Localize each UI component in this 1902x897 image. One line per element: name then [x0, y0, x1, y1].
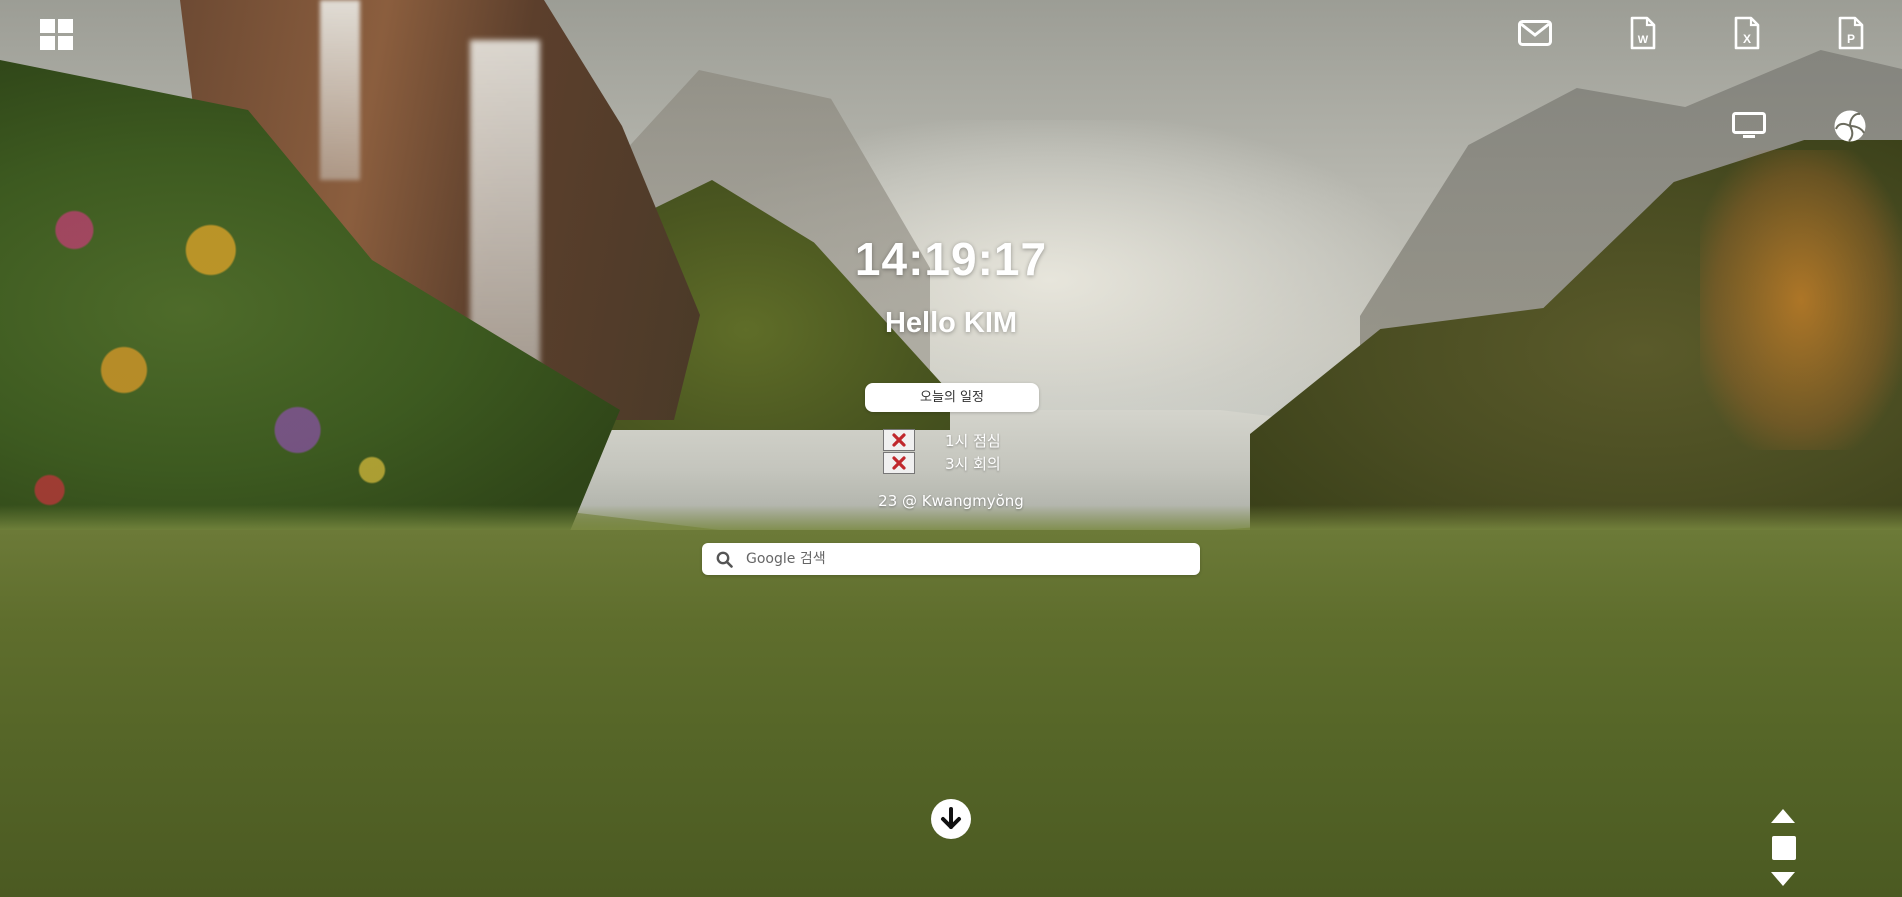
schedule-item-text: 1시 점심 [945, 431, 1001, 450]
word-file-icon[interactable]: W [1630, 16, 1656, 50]
search-icon [716, 551, 733, 572]
close-icon [892, 433, 906, 447]
svg-text:P: P [1847, 32, 1855, 46]
flowers [0, 150, 620, 550]
svg-text:X: X [1743, 32, 1751, 46]
svg-text:W: W [1638, 34, 1649, 46]
volleyball-icon[interactable] [1833, 109, 1867, 143]
excel-file-icon[interactable]: X [1734, 16, 1760, 50]
monitor-icon[interactable] [1732, 112, 1766, 140]
caret-down-icon[interactable] [1771, 872, 1795, 886]
mail-icon[interactable] [1518, 20, 1552, 46]
delete-item-button[interactable] [883, 429, 915, 451]
close-icon [892, 456, 906, 470]
caret-up-icon[interactable] [1771, 809, 1795, 823]
powerpoint-file-icon[interactable]: P [1838, 16, 1864, 50]
grass-field [0, 530, 1902, 897]
schedule-button[interactable]: 오늘의 일정 [865, 383, 1039, 412]
google-search-box [702, 543, 1200, 575]
clock-time: 14:19:17 [854, 233, 1048, 285]
search-input[interactable] [746, 543, 1186, 575]
schedule-item: 3시 회의 [883, 452, 1001, 474]
autumn-trees [1700, 150, 1902, 450]
greeting-text: Hello KIM [884, 307, 1018, 339]
delete-item-button[interactable] [883, 452, 915, 474]
schedule-item-text: 3시 회의 [945, 454, 1001, 473]
weather-location: 23 @ Kwangmyŏng [878, 492, 1024, 510]
arrow-down-circle-icon[interactable] [931, 799, 971, 839]
square-icon[interactable] [1772, 836, 1796, 860]
schedule-item: 1시 점심 [883, 429, 1001, 451]
windows-grid-icon[interactable] [40, 19, 73, 50]
